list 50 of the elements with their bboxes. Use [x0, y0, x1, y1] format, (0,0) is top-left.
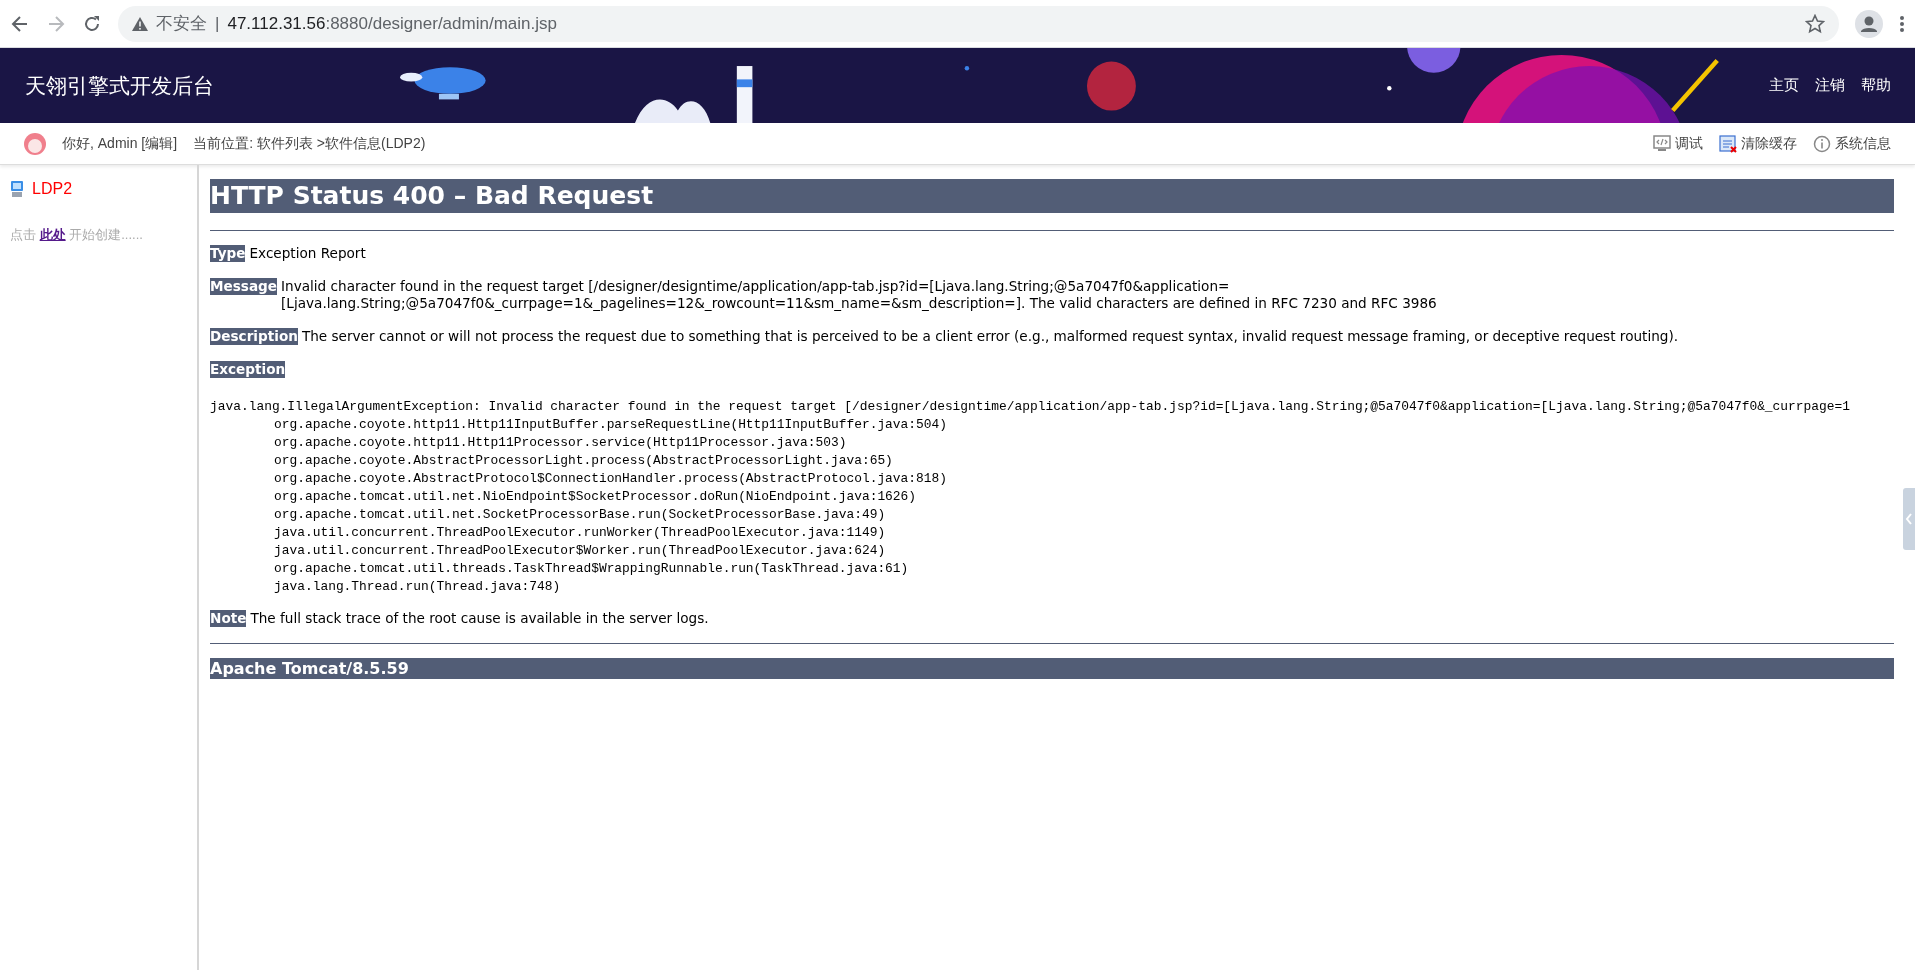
nav-link[interactable]: 帮助 — [1861, 74, 1891, 97]
chevron-left-icon — [1905, 513, 1913, 525]
create-hint: 点击 此处 开始创建...... — [10, 226, 144, 244]
menu-icon[interactable] — [1899, 13, 1905, 34]
field-label: Note — [210, 610, 247, 627]
toolbar-link[interactable]: 调试 — [1675, 133, 1703, 154]
address-bar[interactable]: 不安全 | 47.112.31.56:8880/designer/admin/main.jsp — [118, 5, 1839, 42]
tree-item[interactable]: LDP2 — [32, 177, 73, 201]
separator-text: | — [215, 12, 220, 35]
stack-trace-line: java.util.concurrent.ThreadPoolExecutor.runWorker(ThreadPoolExecutor.java:1149) — [273, 524, 886, 542]
stack-trace-line: java.lang.IllegalArgumentException: Invalid character found in the request target [/designer/designtime/application/app-tab.jsp?id=[Ljava.lang.String;@5a7047f0&application=[Ljava.lang.String;@5a7047f0&_currpage=1 — [210, 398, 1850, 416]
security-label: 不安全 — [156, 12, 207, 35]
code-icon — [1653, 134, 1671, 153]
field-text: Invalid character found in the request target [/designer/designtime/application/app-tab.jsp?id=[Ljava.lang.String;@5a7047f0&application=[Ljava.lang.String;@5a7047f0&_currpage=1&_pagelines=12&_rowcount=11&sm_name=&sm_description=]. The valid characters are defined in RFC 7230 and RFC 3986 — [281, 278, 1438, 312]
stack-trace-line: java.lang.Thread.run(Thread.java:748) — [273, 578, 561, 596]
stack-trace-line: org.apache.tomcat.util.threads.TaskThread$WrappingRunnable.run(TaskThread.java:61) — [273, 560, 909, 578]
profile-icon[interactable] — [1855, 9, 1883, 38]
toolbar-link[interactable]: 系统信息 — [1835, 133, 1891, 154]
field-label: Type — [210, 245, 246, 262]
star-icon[interactable] — [1805, 13, 1825, 34]
stack-trace-line: org.apache.coyote.http11.Http11InputBuffer.parseRequestLine(Http11InputBuffer.java:504) — [273, 416, 947, 434]
stack-trace-line: org.apache.coyote.AbstractProcessorLight.process(AbstractProcessorLight.java:65) — [273, 452, 893, 470]
nav-link[interactable]: 主页 — [1769, 74, 1799, 97]
stack-trace-line: org.apache.coyote.http11.Http11Processor.service(Http11Processor.java:503) — [273, 434, 847, 452]
warning-icon — [132, 16, 148, 31]
field-label: Exception — [210, 361, 286, 378]
reload-icon[interactable] — [82, 13, 102, 34]
url-text: 47.112.31.56:8880/designer/admin/main.jsp — [227, 12, 557, 35]
field-text: The server cannot or will not process the request due to something that is perceived to be a client error (e.g., malformed request syntax, invalid request message framing, or deceptive request routing). — [301, 328, 1679, 345]
field-text: Exception Report — [249, 245, 366, 262]
field-text: The full stack trace of the root cause is available in the server logs. — [250, 610, 709, 627]
field-label: Message — [210, 278, 278, 295]
greeting-text: 你好, Admin [编辑] — [62, 134, 178, 153]
breadcrumb-text: 当前位置: 软件列表 >软件信息(LDP2) — [193, 134, 426, 153]
stack-trace-line: org.apache.tomcat.util.net.NioEndpoint$SocketProcessor.doRun(NioEndpoint.java:1626) — [273, 488, 917, 506]
nav-link[interactable]: 注销 — [1815, 74, 1845, 97]
info-icon — [1813, 134, 1831, 153]
error-title: HTTP Status 400 – Bad Request — [210, 179, 1894, 213]
document-delete-icon — [1719, 134, 1737, 153]
avatar-icon — [24, 132, 46, 155]
toolbar-link[interactable]: 清除缓存 — [1741, 133, 1797, 154]
back-icon[interactable] — [10, 13, 30, 34]
stack-trace-line: java.util.concurrent.ThreadPoolExecutor$Worker.run(ThreadPoolExecutor.java:624) — [273, 542, 886, 560]
stack-trace-line: org.apache.tomcat.util.net.SocketProcessorBase.run(SocketProcessorBase.java:49) — [273, 506, 886, 524]
stack-trace-line: org.apache.coyote.AbstractProtocol$ConnectionHandler.process(AbstractProtocol.java:818) — [273, 470, 947, 488]
server-version: Apache Tomcat/8.5.59 — [210, 658, 1894, 680]
create-link[interactable]: 此处 — [39, 227, 66, 242]
app-title: 天翎引擎式开发后台 — [24, 72, 215, 99]
computer-icon — [10, 180, 24, 198]
field-label: Description — [210, 328, 298, 345]
